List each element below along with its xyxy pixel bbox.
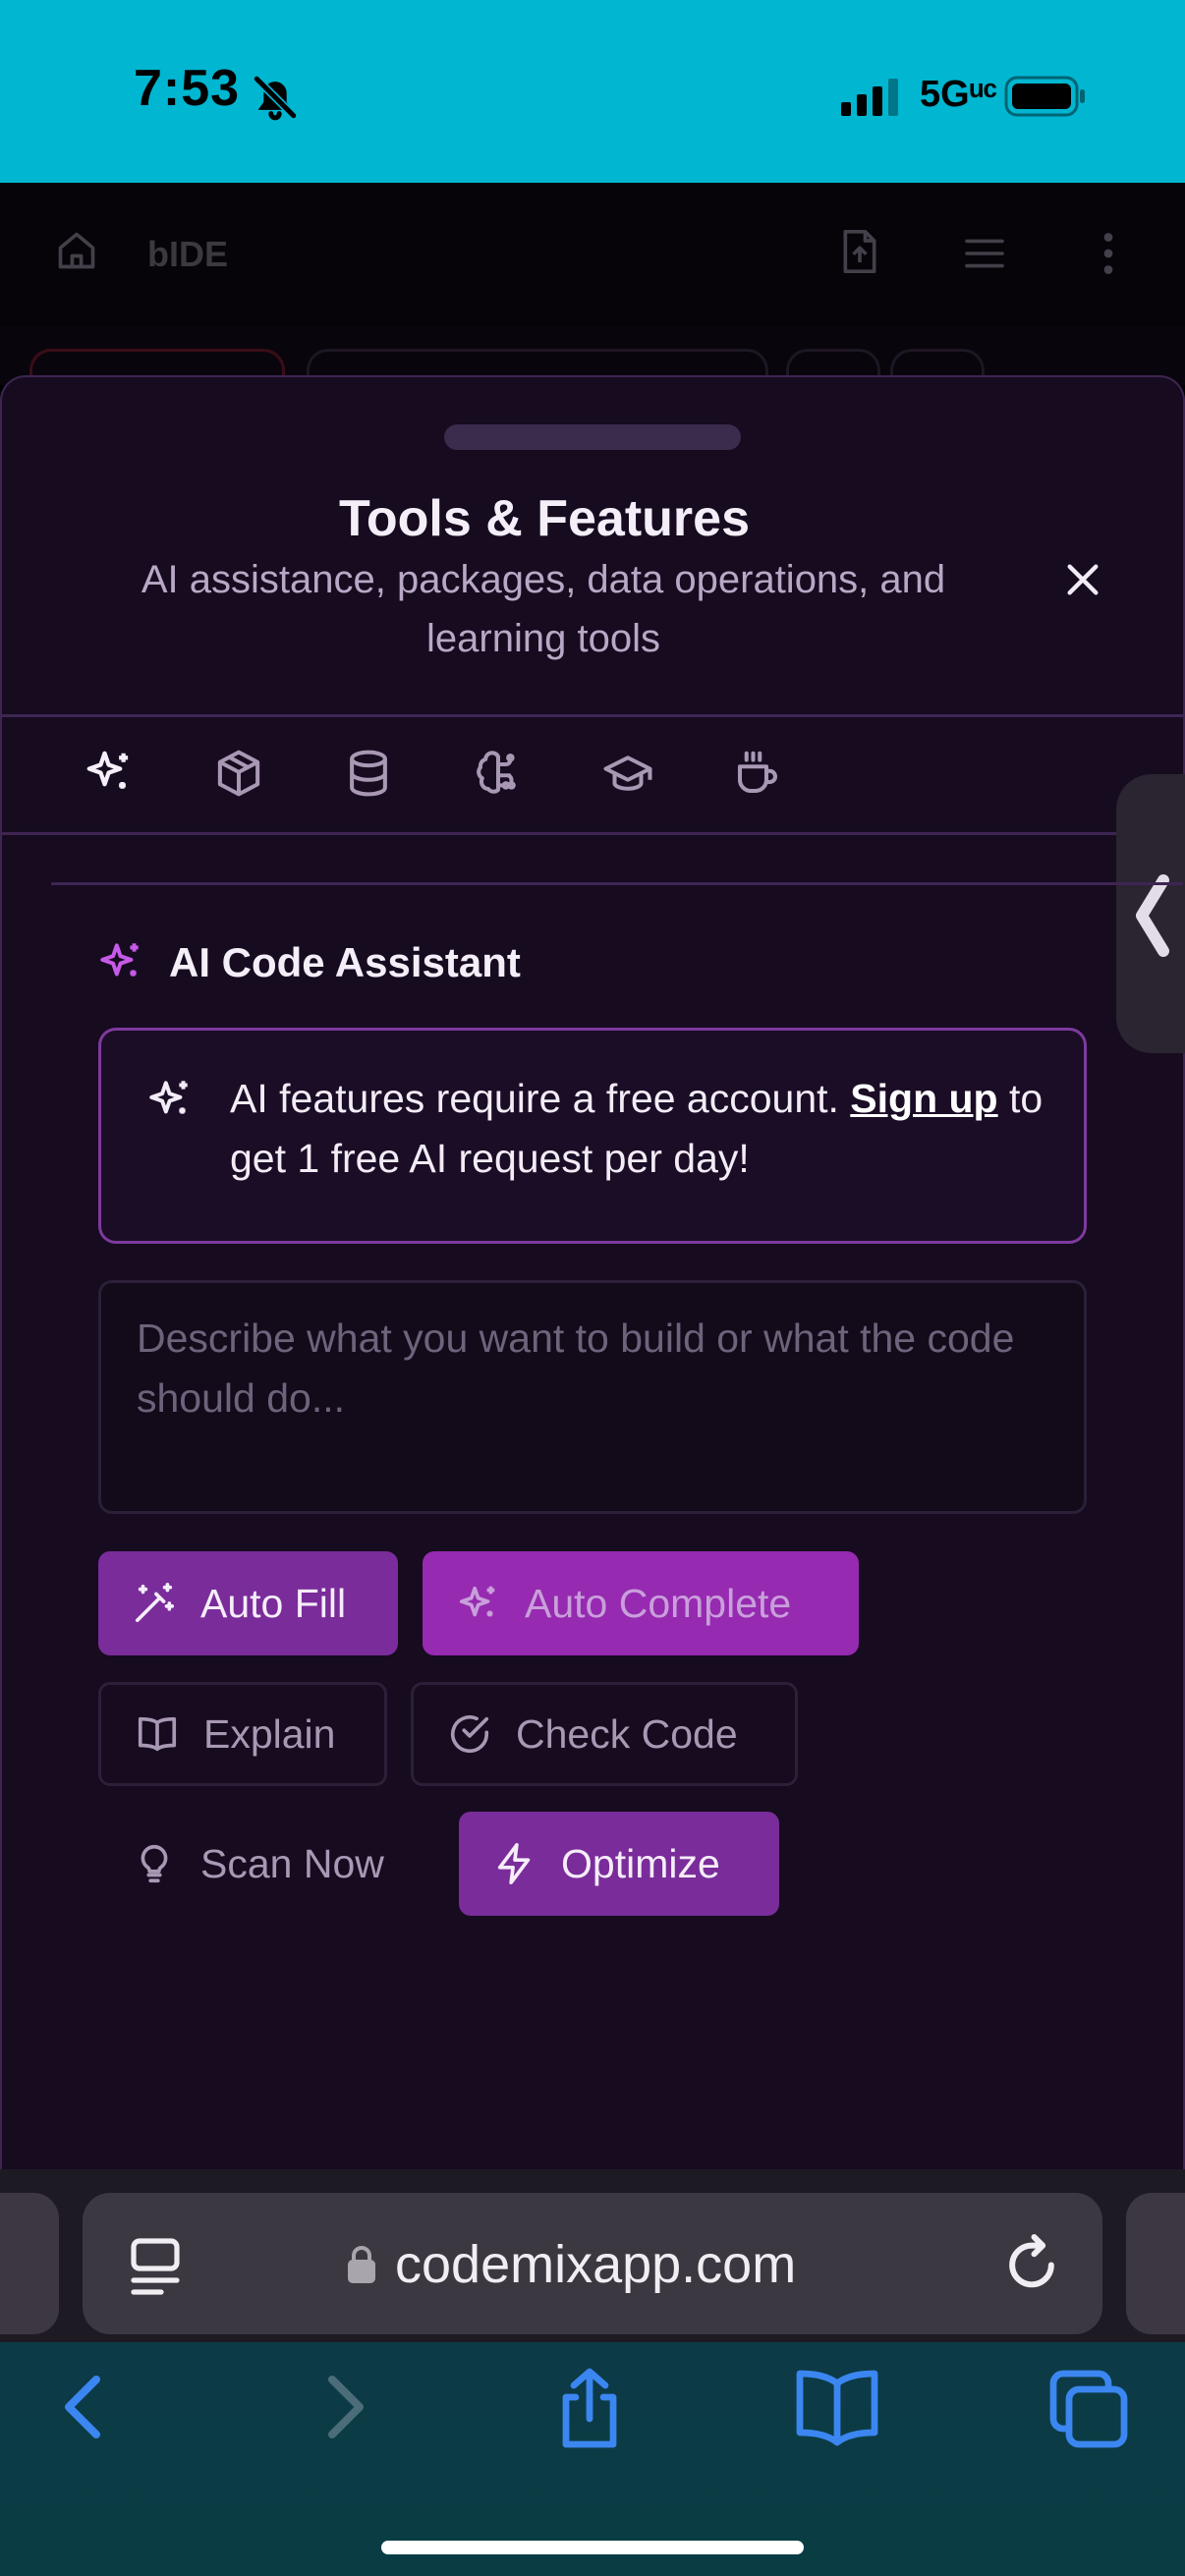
section-divider [51,882,1183,885]
tab-java-coffee-icon[interactable] [731,747,784,800]
check-circle-icon [447,1711,492,1757]
alert-text-prefix: AI features require a free account. [230,1076,851,1121]
sign-up-link[interactable]: Sign up [850,1076,997,1121]
explain-label: Explain [203,1710,336,1757]
share-icon[interactable] [550,2368,629,2455]
file-export-icon[interactable] [838,228,881,280]
lightbulb-icon [132,1841,177,1886]
app-title: bIDE [147,234,229,274]
prompt-input[interactable] [98,1280,1087,1514]
tab-ai-sparkles-icon[interactable] [83,747,136,800]
lock-icon [346,2244,377,2290]
optimize-label: Optimize [561,1840,720,1886]
sparkles-icon [145,1075,195,1129]
page-menu-icon[interactable] [128,2236,183,2302]
modal-title: Tools & Features [338,490,750,547]
tab-packages-icon[interactable] [212,747,265,800]
menu-icon[interactable] [963,236,1006,276]
drag-handle[interactable] [444,424,741,450]
clock: 7:53 [134,60,241,117]
url-text[interactable]: codemixapp.com [395,2234,796,2295]
back-icon[interactable] [61,2368,108,2451]
alert-message: AI features require a free account. Sign… [230,1069,1055,1189]
tabs-divider [2,832,1183,835]
next-tab-card[interactable] [1126,2193,1185,2334]
explain-button[interactable]: Explain [98,1682,387,1786]
network-label: 5Gᵘᶜ [920,74,998,115]
modal-subtitle: AI assistance, packages, data operations… [141,558,946,660]
tab-brain-icon[interactable] [472,747,525,800]
chevron-left-icon[interactable] [1130,872,1173,964]
bookmarks-icon[interactable] [794,2368,880,2451]
sparkles-icon [456,1581,501,1626]
close-button[interactable] [1063,560,1102,599]
scan-now-button[interactable]: Scan Now [98,1812,423,1916]
optimize-button[interactable]: Optimize [459,1812,779,1916]
header-divider [2,714,1183,717]
book-open-icon [135,1711,180,1757]
auto-complete-label: Auto Complete [525,1580,792,1626]
sparkles-icon [96,937,145,991]
auto-fill-label: Auto Fill [200,1580,347,1626]
magic-wand-icon [132,1581,177,1626]
check-code-button[interactable]: Check Code [411,1682,798,1786]
lightning-bolt-icon [492,1841,537,1886]
home-indicator [381,2541,804,2554]
auto-fill-button[interactable]: Auto Fill [98,1551,398,1655]
home-icon[interactable] [55,229,98,277]
more-vertical-icon[interactable] [1099,232,1118,280]
tabs-overview-icon[interactable] [1047,2368,1130,2455]
tab-learning-graduation-cap-icon[interactable] [601,747,654,800]
battery-icon [1004,75,1087,123]
check-code-label: Check Code [516,1710,738,1757]
section-title: AI Code Assistant [169,939,521,985]
previous-tab-card[interactable] [0,2193,59,2334]
signal-icon [841,79,902,121]
tab-database-icon[interactable] [342,747,395,800]
auto-complete-button[interactable]: Auto Complete [423,1551,859,1655]
scan-now-label: Scan Now [200,1840,384,1886]
bell-muted-icon [251,73,300,127]
forward-icon[interactable] [320,2368,367,2451]
reload-icon[interactable] [1002,2232,1061,2298]
